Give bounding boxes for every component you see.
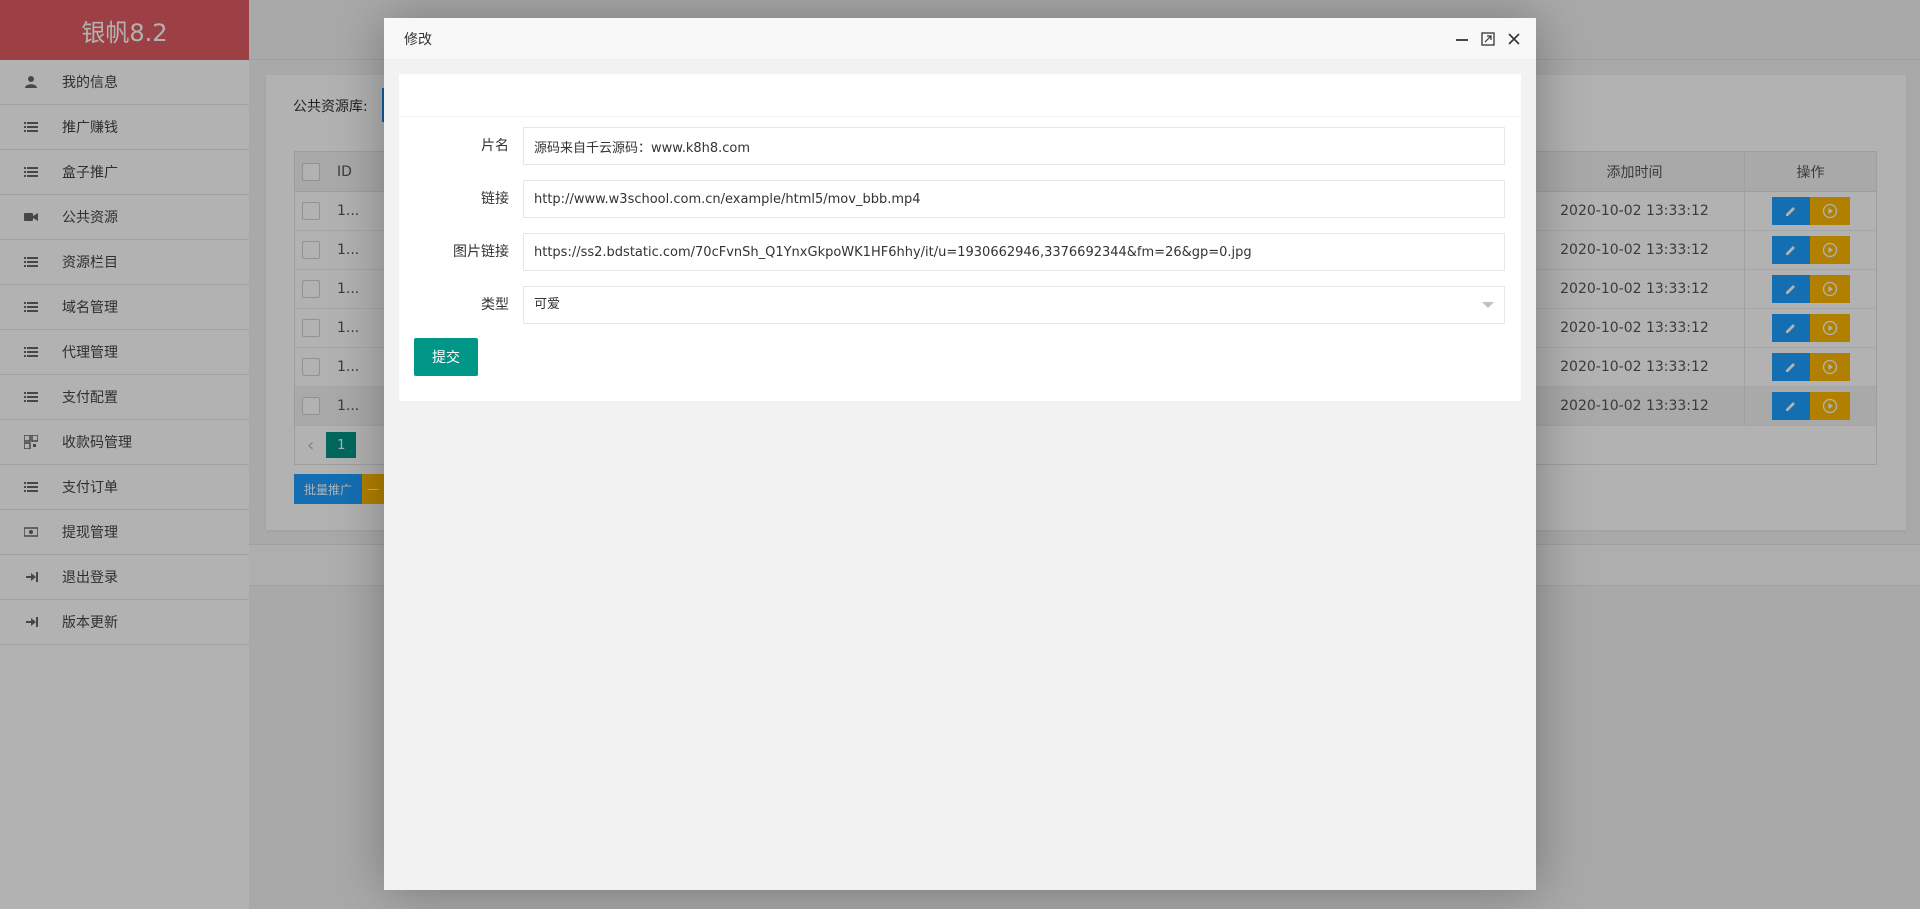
form-row-image: 图片链接 (399, 233, 1521, 271)
link-label: 链接 (481, 191, 509, 207)
modal-titlebar: 修改 (384, 18, 1536, 60)
edit-form: 片名 链接 图片链接 类型 可爱 提交 (399, 74, 1521, 401)
minimize-icon[interactable] (1454, 31, 1470, 47)
form-row-link: 链接 (399, 180, 1521, 218)
name-label: 片名 (481, 138, 509, 154)
chevron-down-icon (1482, 302, 1494, 308)
modal-title: 修改 (404, 31, 432, 48)
image-label: 图片链接 (453, 244, 509, 260)
close-icon[interactable] (1506, 31, 1522, 47)
image-link-input[interactable] (523, 233, 1505, 271)
link-input[interactable] (523, 180, 1505, 218)
form-row-name: 片名 (399, 127, 1521, 165)
type-label: 类型 (481, 297, 509, 313)
form-row-type: 类型 可爱 (399, 286, 1521, 324)
edit-modal: 修改 片名 链接 图片链接 类型 (384, 18, 1536, 890)
submit-button[interactable]: 提交 (414, 338, 478, 376)
maximize-icon[interactable] (1480, 31, 1496, 47)
type-select-value: 可爱 (534, 297, 561, 312)
form-header (399, 74, 1521, 117)
name-input[interactable] (523, 127, 1505, 165)
type-select[interactable]: 可爱 (523, 286, 1505, 324)
